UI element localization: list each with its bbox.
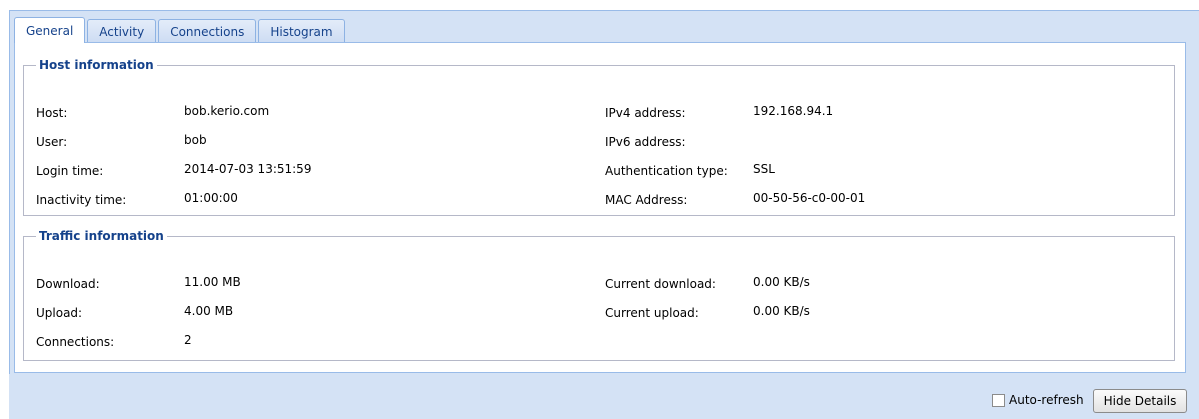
download-label: Download: [36,277,100,291]
login-time-value: 2014-07-03 13:51:59 [184,162,312,176]
mac-address-value: 00-50-56-c0-00-01 [753,191,866,205]
hide-details-button[interactable]: Hide Details [1093,389,1187,413]
auto-refresh-control[interactable]: Auto-refresh [992,393,1084,407]
tab-histogram[interactable]: Histogram [258,19,345,43]
host-information-title: Host information [39,58,154,72]
current-upload-value: 0.00 KB/s [753,304,810,318]
auto-refresh-label: Auto-refresh [1009,393,1084,407]
tab-activity[interactable]: Activity [87,19,157,43]
inactivity-time-value: 01:00:00 [184,191,238,205]
current-upload-label: Current upload: [605,306,699,320]
ipv4-label: IPv4 address: [605,106,686,120]
inactivity-time-label: Inactivity time: [36,193,127,207]
ipv4-value: 192.168.94.1 [753,104,834,118]
authentication-type-value: SSL [753,162,775,176]
user-value: bob [184,133,207,147]
tab-general[interactable]: General [14,17,86,43]
download-value: 11.00 MB [184,275,241,289]
upload-value: 4.00 MB [184,304,234,318]
current-download-value: 0.00 KB/s [753,275,810,289]
authentication-type-label: Authentication type: [605,164,728,178]
tab-strip: General Activity Connections Histogram [14,17,345,43]
auto-refresh-checkbox[interactable] [992,393,1005,407]
connections-label: Connections: [36,335,115,349]
traffic-information-group: Traffic information Download: 11.00 MB U… [23,229,1175,361]
tab-connections[interactable]: Connections [158,19,257,43]
upload-label: Upload: [36,306,83,320]
host-value: bob.kerio.com [184,104,270,118]
traffic-information-title: Traffic information [39,229,164,243]
ipv6-label: IPv6 address: [605,135,686,149]
current-download-label: Current download: [605,277,716,291]
login-time-label: Login time: [36,164,104,178]
connections-value: 2 [184,333,192,347]
host-information-group: Host information Host: bob.kerio.com Use… [23,58,1175,216]
general-tab-panel: Host information Host: bob.kerio.com Use… [14,42,1186,373]
host-label: Host: [36,106,68,120]
user-label: User: [36,135,68,149]
mac-address-label: MAC Address: [605,193,688,207]
